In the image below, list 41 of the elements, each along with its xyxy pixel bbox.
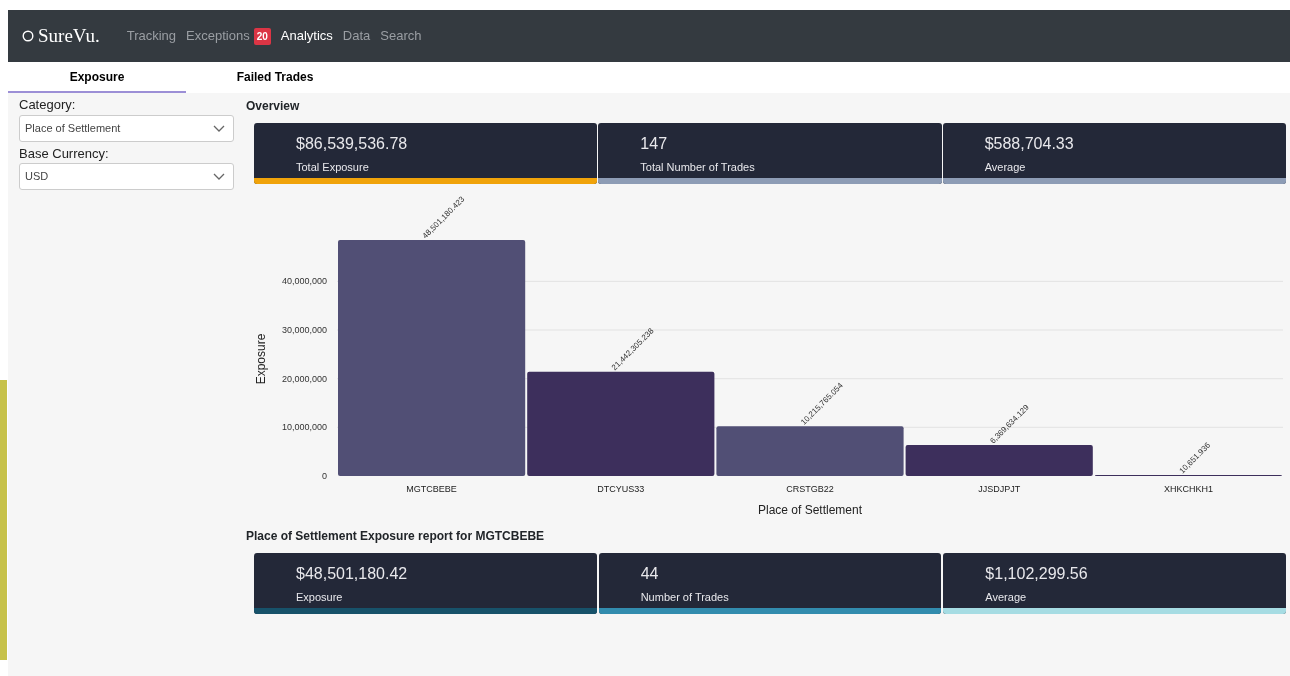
dropdown[interactable]: USD bbox=[19, 163, 234, 190]
count-badge: 20 bbox=[253, 27, 271, 45]
axis-tick-label: 40,000,000 bbox=[281, 276, 327, 287]
stat-label: Total Exposure bbox=[295, 161, 370, 173]
stat-value: 147 bbox=[639, 134, 669, 154]
stat-label: Number of Trades bbox=[639, 591, 730, 603]
nav-link[interactable]: Data bbox=[339, 26, 374, 46]
category-label: JJSDJPJT bbox=[978, 484, 1021, 494]
nav-link[interactable]: Tracking bbox=[123, 26, 180, 46]
ring-logo-icon bbox=[22, 30, 34, 42]
field-label: Base Currency: bbox=[19, 144, 110, 163]
stat-value: $1,102,299.56 bbox=[984, 564, 1089, 584]
nav-link[interactable]: Exceptions 20 bbox=[183, 26, 274, 46]
stat-value: $86,539,536.78 bbox=[295, 134, 409, 154]
tab[interactable]: Failed Trades bbox=[186, 62, 364, 93]
stat-value: 44 bbox=[639, 564, 660, 584]
stat-value: $48,501,180.42 bbox=[295, 564, 409, 584]
stat-value: $588,704.33 bbox=[983, 134, 1075, 154]
field-label: Category: bbox=[19, 96, 77, 114]
axis-tick-label: 30,000,000 bbox=[281, 325, 327, 335]
stat-label: Total Number of Trades bbox=[639, 161, 756, 173]
stat-label: Average bbox=[983, 161, 1027, 173]
nav-link[interactable]: Search bbox=[377, 26, 425, 46]
stat-label: Exposure bbox=[295, 591, 344, 603]
category-label: XHKCHKH1 bbox=[1163, 484, 1213, 494]
nav-link[interactable]: Analytics bbox=[277, 26, 336, 46]
axis-tick-label: 10,000,000 bbox=[281, 422, 327, 433]
category-label: CRSTGB22 bbox=[786, 484, 834, 494]
dropdown[interactable]: Place of Settlement bbox=[19, 114, 234, 142]
chevron-down-icon bbox=[213, 173, 225, 180]
category-label: DTCYUS33 bbox=[597, 484, 645, 494]
axis-tick-label: 0 bbox=[322, 471, 327, 481]
axis-title: Exposure bbox=[254, 333, 268, 385]
axis-tick-label: 20,000,000 bbox=[281, 373, 327, 384]
section-title: Overview bbox=[246, 98, 301, 115]
category-label: MGTCBEBE bbox=[406, 484, 457, 494]
section-title: Place of Settlement Exposure report for MGTCBEBE bbox=[246, 528, 546, 545]
axis-title: Place of Settlement bbox=[757, 503, 863, 517]
brand-name: SureVu. bbox=[38, 23, 100, 48]
chevron-down-icon bbox=[213, 124, 225, 132]
stat-label: Average bbox=[984, 591, 1028, 603]
